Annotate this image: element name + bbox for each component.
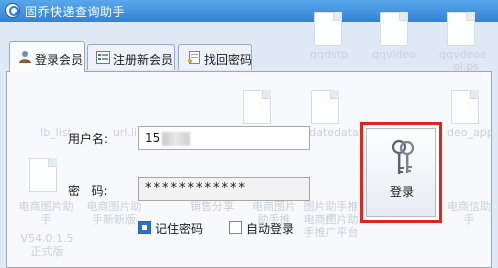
background-file-icon bbox=[447, 12, 475, 46]
app-search-icon bbox=[5, 3, 20, 18]
background-file-label: 电商图片助手新新版 bbox=[86, 200, 142, 226]
auto-login-checkbox[interactable] bbox=[229, 221, 242, 234]
redacted-mask bbox=[162, 131, 191, 146]
tab-register[interactable]: 注册新会员 bbox=[87, 44, 175, 70]
background-file-label: 电商图片助手推广平台 bbox=[303, 213, 359, 239]
username-field[interactable]: 15 bbox=[138, 126, 310, 150]
key-doc-icon bbox=[188, 51, 200, 64]
tab-recover-password[interactable]: 找回密码 bbox=[178, 44, 252, 70]
background-file-icon bbox=[314, 12, 342, 46]
background-file-label: deo_app bbox=[447, 126, 492, 139]
tab-login-label: 登录会员 bbox=[35, 53, 84, 67]
keys-icon bbox=[391, 139, 415, 174]
login-button[interactable]: 登录 bbox=[366, 128, 436, 217]
remember-password-checkbox[interactable] bbox=[138, 221, 151, 234]
background-file-icon bbox=[243, 90, 271, 124]
background-file-label: qqdstp bbox=[310, 48, 348, 61]
login-button-label: 登录 bbox=[389, 185, 414, 199]
tab-register-label: 注册新会员 bbox=[113, 53, 174, 67]
username-value: 15 bbox=[145, 131, 161, 145]
window-title: 固乔快递查询助手 bbox=[25, 5, 126, 19]
register-form-icon bbox=[96, 51, 110, 64]
tab-login[interactable]: 登录会员 bbox=[9, 41, 85, 72]
username-label: 用户名: bbox=[68, 132, 109, 146]
tab-recover-label: 找回密码 bbox=[204, 53, 253, 67]
background-file-icon bbox=[29, 158, 57, 192]
login-button-highlight: 登录 bbox=[360, 122, 442, 223]
password-field[interactable]: ************ bbox=[138, 177, 310, 201]
background-file-label: V54.0.1.5 bbox=[20, 232, 74, 245]
background-file-label: 电商图片助手 bbox=[18, 200, 74, 226]
background-file-icon bbox=[451, 90, 479, 124]
remember-password-label[interactable]: 记住密码 bbox=[155, 220, 203, 237]
background-file-icon bbox=[380, 12, 408, 46]
password-label: 密 码: bbox=[68, 184, 108, 198]
user-icon bbox=[19, 51, 31, 63]
background-file-label: 正式版 bbox=[30, 245, 64, 258]
background-file-label: 销售分享 bbox=[190, 200, 234, 213]
password-value: ************ bbox=[145, 181, 247, 196]
auto-login-label[interactable]: 自动登录 bbox=[246, 220, 294, 237]
background-file-label: qqvideo bbox=[372, 48, 417, 61]
background-file-icon bbox=[311, 90, 339, 124]
title-bar: 固乔快递查询助手 bbox=[0, 0, 498, 22]
background-file-label: 电商信助手 bbox=[447, 200, 491, 226]
